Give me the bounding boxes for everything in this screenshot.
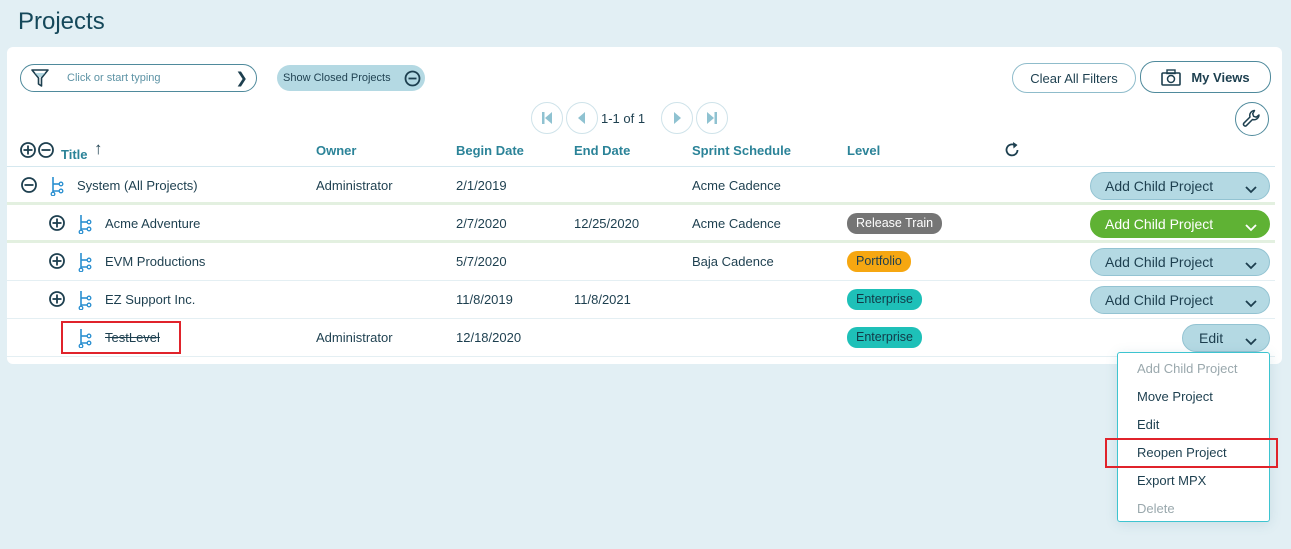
menu-item-delete: Delete [1137,501,1175,516]
column-header-begin-date[interactable]: Begin Date [456,143,524,158]
camera-icon [1161,68,1182,86]
expand-row-icon[interactable] [48,290,66,311]
filter-input[interactable] [67,72,227,84]
project-title[interactable]: EVM Productions [105,254,205,269]
project-title[interactable]: Acme Adventure [105,216,200,231]
filter-input-wrapper[interactable]: ❯ [20,64,257,92]
project-sprint-schedule: Baja Cadence [692,254,774,269]
column-header-end-date[interactable]: End Date [574,143,630,158]
expand-row-icon[interactable] [48,214,66,235]
project-owner: Administrator [316,330,393,345]
add-child-project-button[interactable]: Add Child Project [1090,172,1270,200]
project-title[interactable]: EZ Support Inc. [105,292,195,307]
project-sprint-schedule: Acme Cadence [692,178,781,193]
first-page-icon [542,112,552,124]
project-action-menu: Add Child Project Move Project Edit Reopen … [1117,352,1270,522]
my-views-button[interactable]: My Views [1140,61,1271,93]
project-end-date: 11/8/2021 [574,292,631,307]
clear-all-filters-button[interactable]: Clear All Filters [1012,63,1136,93]
last-page-button[interactable] [696,102,728,134]
menu-item-add-child-project: Add Child Project [1137,361,1238,376]
menu-item-edit[interactable]: Edit [1137,417,1159,432]
next-page-button[interactable] [661,102,693,134]
table-row[interactable]: System (All Projects) Administrator 2/1/20… [7,167,1275,205]
menu-item-reopen-project[interactable]: Reopen Project [1137,445,1227,460]
chevron-down-icon[interactable] [1245,295,1257,311]
show-closed-projects-toggle[interactable]: Show Closed Projects [277,65,425,91]
edit-split-button[interactable]: Edit [1182,324,1270,352]
action-button-label: Add Child Project [1105,216,1214,232]
first-page-button[interactable] [531,102,563,134]
add-child-project-button[interactable]: Add Child Project [1090,286,1270,314]
last-page-icon [707,112,717,124]
action-button-label: Edit [1199,330,1224,346]
sort-ascending-icon[interactable]: ↑ [94,139,103,159]
action-button-label: Add Child Project [1105,254,1214,270]
chevron-right-icon[interactable]: ❯ [235,69,248,87]
table-row[interactable]: Acme Adventure 2/7/2020 12/25/2020 Acme Cad… [7,205,1275,243]
column-header-owner[interactable]: Owner [316,143,356,158]
menu-item-move-project[interactable]: Move Project [1137,389,1213,404]
clear-all-filters-label: Clear All Filters [1030,70,1118,86]
project-hierarchy-icon [50,176,64,199]
project-end-date: 12/25/2020 [574,216,640,231]
add-child-project-button[interactable]: Add Child Project [1090,210,1270,238]
level-badge: Enterprise [847,327,922,348]
previous-page-button[interactable] [566,102,598,134]
projects-panel: ❯ Show Closed Projects Clear All Filters… [7,47,1282,364]
table-header: Title ↑ Owner Begin Date End Date Sprint… [7,139,1275,167]
project-owner: Administrator [316,178,393,193]
chevron-down-icon[interactable] [1245,257,1257,273]
my-views-label: My Views [1191,69,1250,85]
page-indicator: 1-1 of 1 [601,110,646,126]
next-page-icon [674,112,681,124]
action-button-label: Add Child Project [1105,178,1214,194]
level-badge: Portfolio [847,251,911,272]
add-child-project-button[interactable]: Add Child Project [1090,248,1270,276]
project-begin-date: 11/8/2019 [456,292,513,307]
column-header-title[interactable]: Title [61,147,88,162]
table-row[interactable]: EVM Productions 5/7/2020 Baja Cadence Portf… [7,243,1275,281]
column-header-sprint-schedule[interactable]: Sprint Schedule [692,143,791,158]
pagination: 1-1 of 1 [531,102,731,134]
expand-all-icon[interactable] [19,141,37,159]
project-begin-date: 2/7/2020 [456,216,507,231]
level-badge: Enterprise [847,289,922,310]
minus-circle-icon [404,70,421,87]
show-closed-label: Show Closed Projects [283,72,391,84]
project-begin-date: 2/1/2019 [456,178,507,193]
chevron-down-icon[interactable] [1245,333,1257,349]
action-button-label: Add Child Project [1105,292,1214,308]
expand-row-icon[interactable] [48,252,66,273]
table-row[interactable]: EZ Support Inc. 11/8/2019 11/8/2021 Enterpr… [7,281,1275,319]
filter-icon [31,69,49,87]
project-title[interactable]: TestLevel [105,330,160,345]
project-begin-date: 12/18/2020 [456,330,522,345]
chevron-down-icon[interactable] [1245,219,1257,235]
project-sprint-schedule: Acme Cadence [692,216,781,231]
wrench-icon [1242,109,1260,127]
project-hierarchy-icon [78,252,92,275]
project-begin-date: 5/7/2020 [456,254,507,269]
project-hierarchy-icon [78,214,92,237]
project-hierarchy-icon [78,328,92,351]
menu-item-export-mpx[interactable]: Export MPX [1137,473,1206,488]
level-badge: Release Train [847,213,943,234]
collapse-row-icon[interactable] [20,176,38,197]
previous-page-icon [578,112,585,124]
collapse-all-icon[interactable] [37,141,55,159]
column-header-level[interactable]: Level [847,143,880,158]
table-row[interactable]: TestLevel Administrator 12/18/2020 Enterpri… [7,319,1275,357]
refresh-icon[interactable] [1002,140,1022,160]
chevron-down-icon[interactable] [1245,181,1257,197]
project-hierarchy-icon [78,290,92,313]
project-title[interactable]: System (All Projects) [77,178,198,193]
page-title: Projects [18,8,105,35]
settings-wrench-button[interactable] [1235,102,1269,136]
